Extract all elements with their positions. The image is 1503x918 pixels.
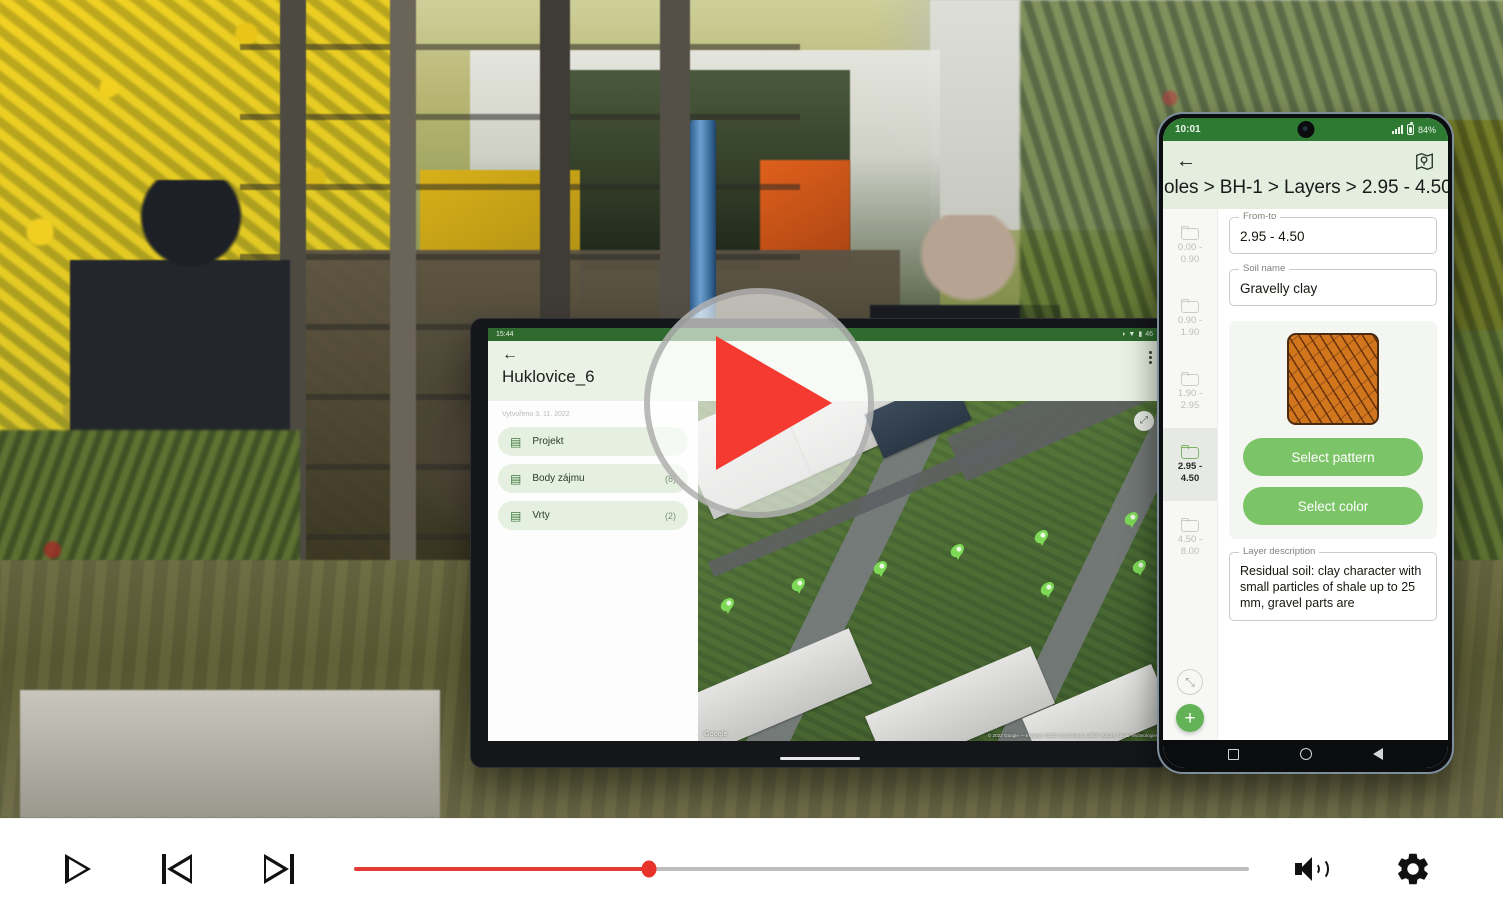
phone-status-bar: 10:01 84%	[1163, 118, 1448, 141]
play-icon	[65, 853, 91, 884]
list-item-label: Body zájmu	[532, 473, 585, 484]
folder-icon	[1181, 225, 1199, 240]
select-pattern-button[interactable]: Select pattern	[1243, 438, 1423, 476]
select-color-button[interactable]: Select color	[1243, 487, 1423, 525]
gear-icon	[1398, 853, 1428, 884]
settings-button[interactable]	[1385, 841, 1441, 897]
rail-actions: ⤡ +	[1163, 669, 1217, 732]
battery-icon: ▮	[1138, 331, 1143, 338]
phone-clock: 10:01	[1175, 124, 1201, 135]
play-triangle-icon	[716, 336, 832, 470]
rail-item-layer-2[interactable]: 0.90 -1.90	[1163, 282, 1217, 355]
rail-item-label: 4.50 -8.00	[1177, 533, 1203, 557]
phone-device: 10:01 84% ← oles > BH-1 > Layers > 2.95 …	[1157, 112, 1454, 774]
phone-nav-bar	[1163, 740, 1448, 768]
previous-button[interactable]	[150, 841, 206, 897]
right-controls	[1283, 841, 1441, 897]
rail-item-label: 1.90 -2.95	[1177, 387, 1203, 411]
soil-name-value: Gravelly clay	[1240, 281, 1318, 296]
folder-icon	[1181, 371, 1199, 386]
kebab-menu-icon[interactable]	[1148, 351, 1152, 364]
folder-icon	[1181, 517, 1199, 532]
tablet-home-indicator	[780, 757, 860, 760]
document-icon: ▤	[510, 434, 522, 449]
volume-button[interactable]	[1283, 841, 1339, 897]
layer-description-label: Layer description	[1239, 546, 1320, 557]
progress-slider[interactable]	[354, 854, 1249, 884]
transport-controls	[50, 841, 306, 897]
rail-item-label: 0.90 -1.90	[1177, 314, 1203, 338]
photo-concrete-slab	[20, 690, 440, 818]
player-control-bar	[0, 818, 1503, 918]
from-to-value: 2.95 - 4.50	[1240, 229, 1305, 244]
breadcrumb: oles > BH-1 > Layers > 2.95 - 4.50	[1164, 177, 1448, 198]
layer-form: From-to 2.95 - 4.50 Soil name Gravelly c…	[1218, 209, 1448, 740]
pattern-card: Select pattern Select color	[1229, 321, 1437, 539]
wifi-icon: ▼	[1128, 331, 1136, 338]
tablet-list-item-body-zajmu[interactable]: ▤ Body zájmu (8)	[498, 464, 688, 493]
expand-arrows-icon[interactable]: ⤡	[1177, 669, 1203, 695]
soil-name-field[interactable]: Soil name Gravelly clay	[1229, 263, 1437, 306]
list-item-count: (2)	[665, 510, 676, 521]
previous-icon	[162, 853, 194, 884]
rail-item-label: 0.00 -0.90	[1177, 241, 1203, 265]
volume-icon	[1293, 854, 1329, 884]
layer-description-field[interactable]: Layer description Residual soil: clay ch…	[1229, 546, 1437, 621]
from-to-field[interactable]: From-to 2.95 - 4.50	[1229, 211, 1437, 254]
rail-item-layer-5[interactable]: 4.50 -8.00	[1163, 501, 1217, 574]
play-button[interactable]	[50, 841, 106, 897]
tablet-list-item-vrty[interactable]: ▤ Vrty (2)	[498, 501, 688, 530]
list-icon: ▤	[510, 508, 522, 523]
phone-app-bar: ← oles > BH-1 > Layers > 2.95 - 4.50	[1163, 141, 1448, 209]
next-button[interactable]	[250, 841, 306, 897]
phone-back-button[interactable]: ←	[1176, 151, 1196, 171]
video-player-page: 15:44 ◑ ▼ ▮ 46 ← Huklovice_6 Vytvořeno 3…	[0, 0, 1503, 918]
expand-icon[interactable]: ⤢	[1134, 411, 1154, 431]
from-to-label: From-to	[1239, 211, 1281, 222]
list-icon: ▤	[510, 471, 522, 486]
progress-fill	[354, 866, 650, 871]
signal-icon	[1391, 125, 1403, 134]
progress-track[interactable]	[354, 860, 1249, 877]
rail-item-label: 2.95 -4.50	[1177, 460, 1203, 484]
soil-name-label: Soil name	[1239, 263, 1290, 274]
phone-screen: 10:01 84% ← oles > BH-1 > Layers > 2.95 …	[1163, 118, 1448, 768]
battery-icon	[1406, 122, 1414, 135]
google-logo: Google	[704, 731, 728, 738]
progress-handle[interactable]	[641, 860, 657, 877]
big-play-button[interactable]	[644, 288, 874, 518]
tablet-clock: 15:44	[496, 331, 514, 338]
rail-item-layer-4-selected[interactable]: 2.95 -4.50	[1163, 428, 1217, 501]
video-stage[interactable]: 15:44 ◑ ▼ ▮ 46 ← Huklovice_6 Vytvořeno 3…	[0, 0, 1503, 818]
square-icon[interactable]	[1227, 748, 1239, 760]
map-pin-icon[interactable]	[1414, 152, 1435, 171]
tablet-system-icons: ◑ ▼ ▮ 46	[1121, 331, 1153, 338]
rail-item-layer-1[interactable]: 0.00 -0.90	[1163, 209, 1217, 282]
folder-icon	[1181, 298, 1199, 313]
front-camera-punchhole	[1297, 121, 1314, 138]
phone-app-bar-top: ←	[1176, 149, 1435, 173]
list-item-label: Projekt	[532, 436, 564, 447]
rotation-icon: ◑	[1121, 331, 1126, 338]
phone-body: 0.00 -0.90 0.90 -1.90 1.90 -2.95 2.95 - …	[1163, 209, 1448, 740]
phone-battery-level: 84%	[1417, 124, 1436, 135]
map-attribution: © 2022 Google — Imagery ©2022 GeoContent…	[987, 733, 1158, 738]
next-icon	[262, 853, 294, 884]
folder-icon	[1181, 444, 1199, 459]
plus-icon[interactable]: +	[1176, 704, 1204, 732]
pattern-preview-swatch[interactable]	[1287, 333, 1379, 425]
circle-icon[interactable]	[1299, 748, 1312, 760]
rail-item-layer-3[interactable]: 1.90 -2.95	[1163, 355, 1217, 428]
list-item-label: Vrty	[532, 510, 550, 521]
tablet-battery-level: 46	[1145, 331, 1153, 338]
layer-description-value: Residual soil: clay character with small…	[1240, 564, 1422, 610]
phone-system-icons: 84%	[1391, 122, 1436, 135]
layers-rail: 0.00 -0.90 0.90 -1.90 1.90 -2.95 2.95 - …	[1163, 209, 1218, 740]
triangle-back-icon[interactable]	[1373, 748, 1384, 760]
